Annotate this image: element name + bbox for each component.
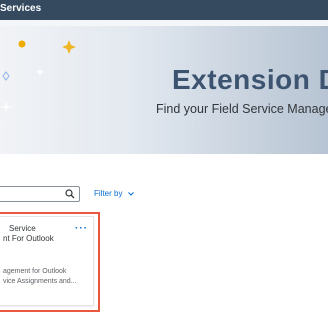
card-title-line2: nt For Outlook bbox=[3, 234, 54, 243]
top-shell-bar: Services bbox=[0, 0, 328, 20]
extension-card[interactable]: Service nt For Outlook ··· agement for O… bbox=[0, 212, 100, 312]
overflow-menu-icon[interactable]: ··· bbox=[75, 223, 88, 234]
card-body: Service nt For Outlook ··· agement for O… bbox=[0, 216, 94, 306]
card-desc-line1: agement for Outlook bbox=[3, 268, 67, 275]
search-input[interactable] bbox=[0, 186, 80, 202]
search-icon[interactable] bbox=[65, 189, 75, 199]
shell-title: Services bbox=[0, 3, 42, 14]
card-title: Service nt For Outlook bbox=[3, 224, 73, 244]
card-title-line1: Service bbox=[9, 224, 36, 233]
sparkle-icon bbox=[0, 40, 76, 113]
chevron-down-icon bbox=[127, 192, 134, 196]
card-desc-line2: vice Assignments and... bbox=[3, 278, 77, 285]
card-description: agement for Outlook vice Assignments and… bbox=[3, 267, 95, 287]
hero-banner: Extension Dir Find your Field Service Ma… bbox=[0, 26, 328, 154]
filter-by-label: Filter by bbox=[94, 189, 123, 198]
page-subtitle: Find your Field Service Managem bbox=[156, 102, 328, 116]
page-title: Extension Dir bbox=[172, 64, 328, 95]
filter-by-button[interactable]: Filter by bbox=[94, 189, 135, 198]
